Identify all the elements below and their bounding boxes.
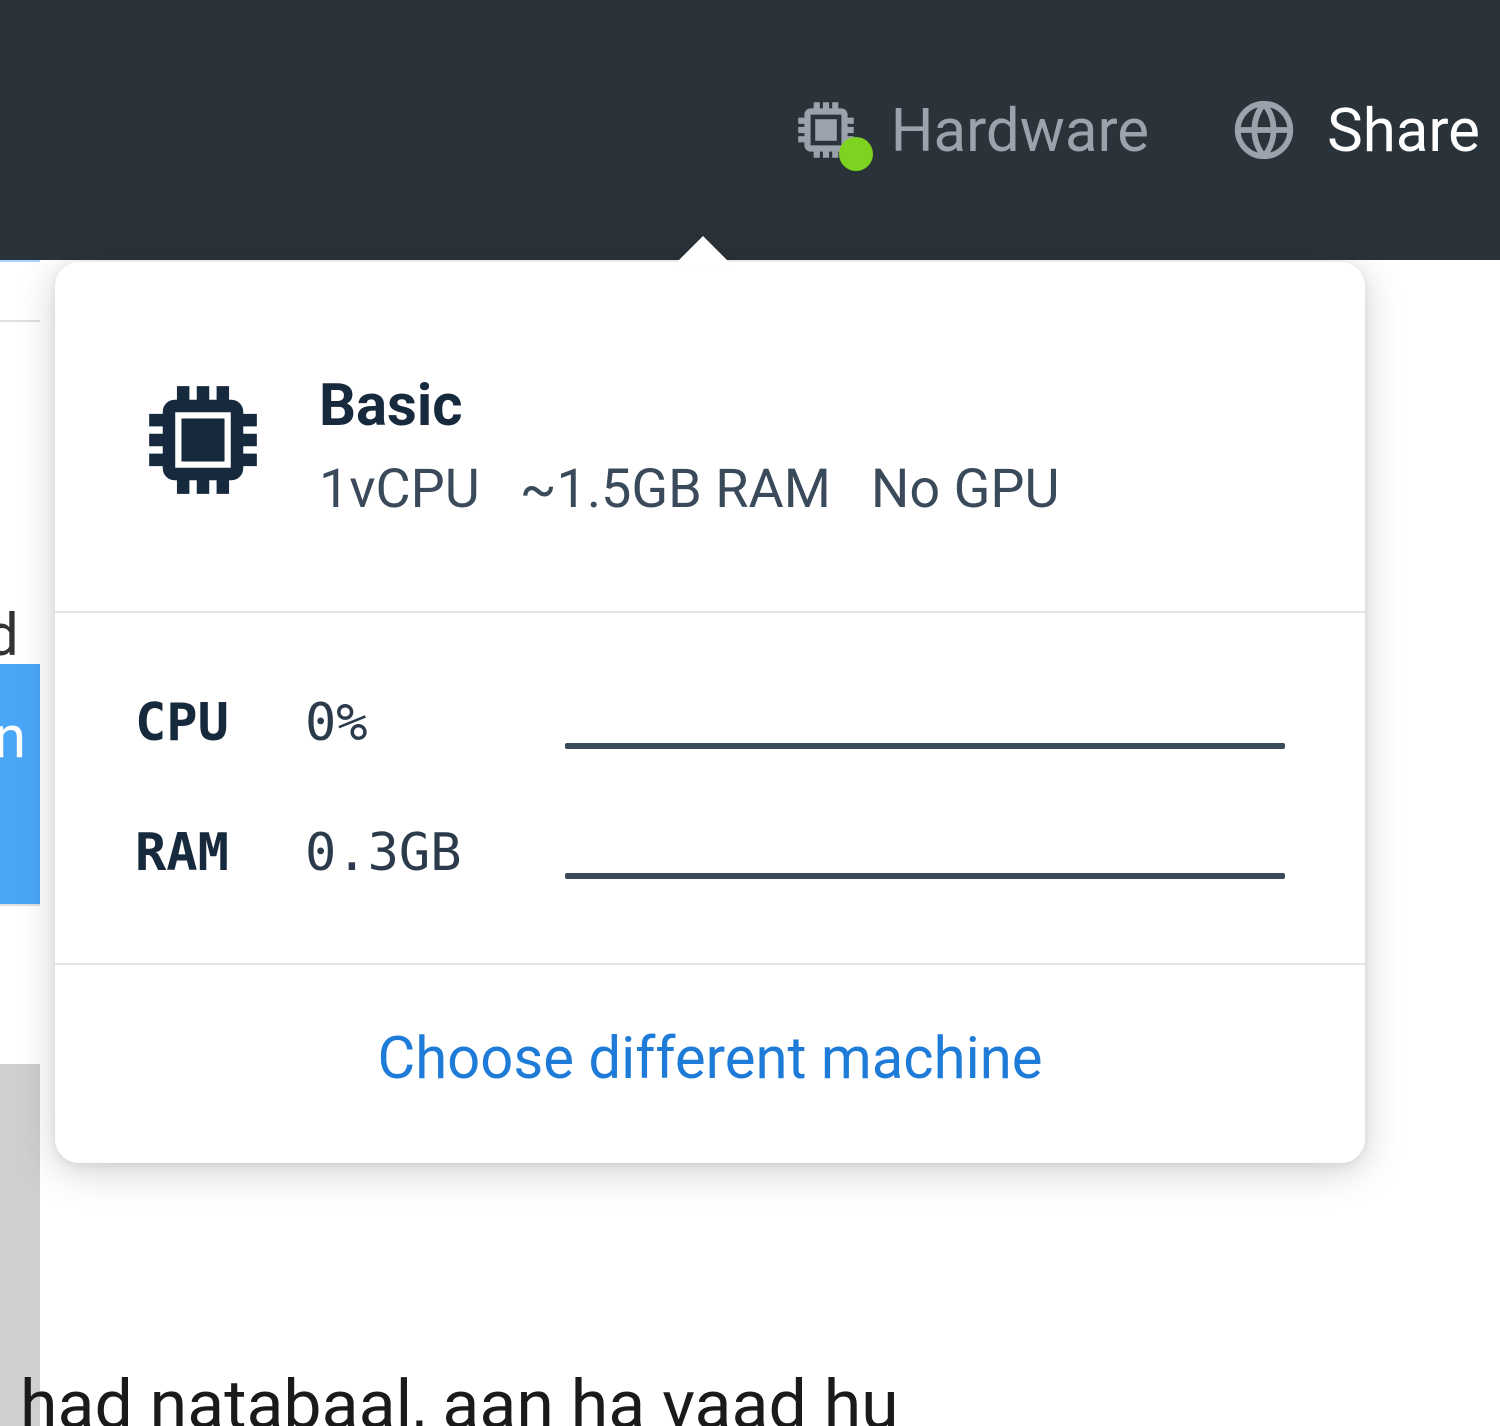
bg-segment <box>0 904 40 1064</box>
metric-value: 0% <box>305 693 565 753</box>
popover-header: Basic 1vCPU ~1.5GB RAM No GPU <box>55 262 1365 613</box>
tier-name: Basic <box>319 372 1059 440</box>
hardware-label: Hardware <box>891 95 1149 166</box>
status-dot-icon <box>839 137 873 171</box>
cpu-chip-icon <box>135 372 271 508</box>
popover-footer: Choose different machine <box>55 965 1365 1163</box>
usage-bar <box>565 743 1285 749</box>
metric-row-ram: RAM 0.3GB <box>135 823 1285 883</box>
metric-label: CPU <box>135 693 305 753</box>
metric-row-cpu: CPU 0% <box>135 693 1285 753</box>
metric-label: RAM <box>135 823 305 883</box>
hardware-popover: Basic 1vCPU ~1.5GB RAM No GPU CPU 0% RAM… <box>55 262 1365 1163</box>
topbar: Hardware Share <box>0 0 1500 260</box>
bg-segment <box>0 260 40 320</box>
hardware-menu-button[interactable]: Hardware <box>789 93 1149 167</box>
share-button[interactable]: Share <box>1229 95 1480 166</box>
spec-gpu: No GPU <box>871 458 1060 521</box>
bg-segment: d <box>0 320 40 664</box>
usage-bar <box>565 873 1285 879</box>
cpu-chip-icon <box>789 93 863 167</box>
share-label: Share <box>1327 95 1480 166</box>
truncated-text: n <box>0 704 26 772</box>
spec-cpu: 1vCPU <box>319 458 480 521</box>
background-left-strip: d n <box>0 260 40 1426</box>
tier-info: Basic 1vCPU ~1.5GB RAM No GPU <box>319 372 1059 521</box>
metrics-section: CPU 0% RAM 0.3GB <box>55 613 1365 965</box>
truncated-text: d <box>0 602 19 670</box>
spec-ram: ~1.5GB RAM <box>520 458 831 521</box>
truncated-background-text: had natabaal, aan ha vaad hu <box>0 1355 1500 1426</box>
globe-icon <box>1229 95 1299 165</box>
metric-value: 0.3GB <box>305 823 565 883</box>
choose-different-machine-link[interactable]: Choose different machine <box>377 1025 1042 1093</box>
bg-segment-highlight: n <box>0 664 40 904</box>
tier-spec: 1vCPU ~1.5GB RAM No GPU <box>319 458 1059 521</box>
